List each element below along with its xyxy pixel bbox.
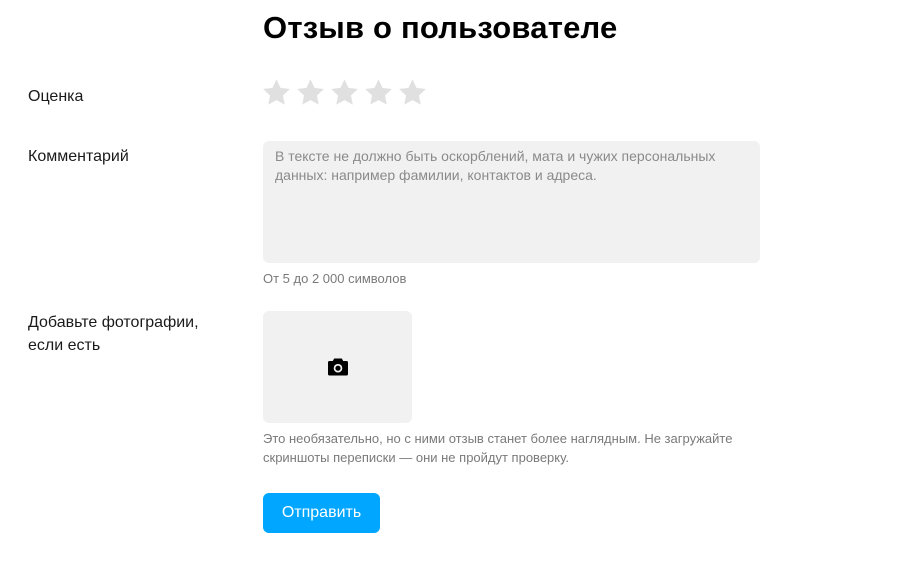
comment-input[interactable]	[263, 141, 760, 263]
comment-label: Комментарий	[28, 148, 129, 165]
photo-upload-button[interactable]	[263, 311, 412, 423]
rating-stars	[261, 76, 428, 109]
rating-label: Оценка	[28, 88, 84, 105]
star-4-icon[interactable]	[363, 76, 394, 109]
submit-button[interactable]: Отправить	[263, 493, 380, 533]
star-1-icon[interactable]	[261, 76, 292, 109]
star-2-icon[interactable]	[295, 76, 326, 109]
star-5-icon[interactable]	[397, 76, 428, 109]
star-3-icon[interactable]	[329, 76, 360, 109]
page-title: Отзыв о пользователе	[263, 10, 618, 45]
photos-hint: Это необязательно, но с ними отзыв стане…	[263, 431, 733, 465]
camera-icon	[327, 357, 349, 377]
review-form: Отзыв о пользователе Оценка Комментарий …	[0, 0, 903, 574]
comment-length-hint: От 5 до 2 000 символов	[263, 271, 407, 286]
photos-label: Добавьте фотографии, если есть	[28, 314, 199, 354]
